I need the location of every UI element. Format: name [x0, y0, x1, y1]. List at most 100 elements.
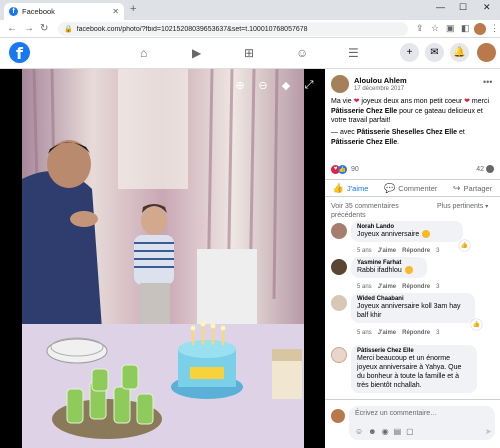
marketplace-icon[interactable]: ⊞ [244, 46, 254, 60]
comment-like-count: 3 [436, 248, 440, 254]
share-icon[interactable]: ⇪ [416, 23, 424, 34]
notifications-icon[interactable]: 🔔 [450, 43, 469, 62]
mention-link[interactable]: Pâtisserie Chez Elle [331, 108, 397, 115]
comment-like-link[interactable]: J'aime [378, 330, 396, 336]
facebook-logo-icon[interactable]: f [9, 42, 30, 63]
comment-like-link[interactable]: J'aime [378, 284, 396, 290]
camera-icon[interactable]: ◉ [382, 427, 389, 436]
create-icon[interactable]: + [400, 43, 419, 62]
emoji-icon[interactable]: ☻ [368, 427, 376, 436]
account-avatar[interactable] [477, 43, 496, 62]
new-tab-icon[interactable]: + [130, 3, 136, 15]
browser-tab-bar: f Facebook ✕ + — ☐ ✕ [0, 0, 500, 20]
smile-emoji-icon [422, 230, 431, 239]
browser-tab[interactable]: f Facebook ✕ [4, 3, 124, 20]
share-arrow-icon: ↪ [452, 182, 461, 193]
commenter-avatar[interactable] [331, 347, 347, 363]
comment-bubble: Norah Lando Joyeux anniversaire [351, 221, 463, 242]
address-bar-row: ← → ↻ 🔒 facebook.com/photo/?fbid=1021520… [0, 20, 500, 38]
comment-reply-link[interactable]: Répondre [402, 248, 430, 254]
fullscreen-icon[interactable]: ⤢ [301, 77, 317, 93]
maximize-icon[interactable]: ☐ [459, 2, 467, 13]
messenger-icon[interactable]: ✉ [425, 43, 444, 62]
post-author[interactable]: Aloulou Ahlem [354, 76, 407, 85]
commenter-avatar[interactable] [331, 295, 347, 311]
comment-bubble: Pâtisserie Chez Elle Merci beaucoup et u… [351, 345, 477, 393]
author-avatar[interactable] [331, 75, 349, 93]
commenter-avatar[interactable] [331, 259, 347, 275]
close-tab-icon[interactable]: ✕ [112, 7, 119, 16]
reactions-count: 90 [351, 165, 359, 173]
comment-button[interactable]: 💬 Commenter [384, 183, 437, 194]
back-icon[interactable]: ← [7, 23, 17, 34]
comment-text: Rabbi ifadhlou [357, 266, 421, 275]
lock-icon: 🔒 [64, 26, 73, 33]
gif-icon[interactable]: ▤ [394, 427, 402, 436]
birthday-photo [22, 69, 304, 448]
sidebar-icon[interactable]: ◧ [461, 23, 470, 34]
profile-avatar[interactable] [474, 23, 486, 35]
tab-title: Facebook [22, 7, 55, 16]
tagged-link[interactable]: Pâtisserie Sheselles Chez Elle [357, 129, 457, 136]
comment-reply-link[interactable]: Répondre [402, 330, 430, 336]
comment-text: Joyeux anniversaire koll 3am hay balf kh… [357, 303, 461, 319]
comment-reaction-icon: 👍 [471, 319, 482, 330]
comment-bubble: Yasmine Farhat Rabbi ifadhlou [351, 257, 427, 278]
zoom-in-icon[interactable]: ⊕ [232, 77, 248, 93]
composer-tools: ☺ ☻ ◉ ▤ ▢ [355, 427, 414, 436]
like-reaction-icon: 👍 [338, 164, 347, 174]
comment-meta: 5 ans J'aime Répondre 3 [357, 284, 440, 290]
commenter-avatar[interactable] [331, 223, 347, 239]
bookmark-star-icon[interactable]: ☆ [431, 23, 439, 34]
comment-like-count: 3 [436, 330, 440, 336]
minimize-icon[interactable]: — [436, 2, 445, 12]
comment-placeholder: Écrivez un commentaire… [355, 410, 438, 417]
zoom-out-icon[interactable]: ⊖ [255, 77, 271, 93]
facebook-favicon-icon: f [9, 7, 18, 16]
comment-bubble: Wided Chaabani Joyeux anniversaire koll … [351, 293, 475, 323]
thumbs-up-icon: 👍 [332, 182, 344, 193]
chevron-down-icon: ▾ [485, 204, 489, 210]
extensions-icon[interactable]: ▣ [446, 23, 455, 34]
groups-icon[interactable]: ☺ [296, 46, 308, 60]
post-date[interactable]: 17 décembre 2017 [354, 86, 404, 92]
comment-meta: 5 ans J'aime Répondre 3 [357, 330, 440, 336]
comment-text: Merci beaucoup et un énorme joyeux anniv… [357, 355, 462, 389]
post-details-panel: Aloulou Ahlem 17 décembre 2017 ••• Ma vi… [325, 69, 500, 448]
view-previous-comments[interactable]: Voir 35 commentaires précédents [331, 202, 426, 220]
watch-icon[interactable]: ▶ [192, 46, 201, 60]
home-icon[interactable]: ⌂ [140, 46, 147, 60]
more-options-icon[interactable]: ••• [483, 77, 492, 87]
comments-count[interactable]: 42 [476, 166, 484, 173]
send-icon[interactable]: ➤ [485, 427, 492, 436]
comment-reply-link[interactable]: Répondre [402, 284, 430, 290]
reload-icon[interactable]: ↻ [40, 23, 48, 34]
sticker-icon[interactable]: ▢ [406, 427, 414, 436]
comment-text: Joyeux anniversaire [357, 230, 457, 239]
comment-reaction-icon: 👍 [459, 240, 470, 251]
url-text: facebook.com/photo/?fbid=102152080396536… [76, 25, 308, 33]
comment-input[interactable]: Écrivez un commentaire… ☺ ☻ ◉ ▤ ▢ ➤ [349, 406, 495, 440]
url-field[interactable]: 🔒 facebook.com/photo/?fbid=1021520803965… [58, 22, 408, 36]
browser-menu-icon[interactable]: ⋮ [490, 23, 499, 34]
comment-like-link[interactable]: J'aime [378, 248, 396, 254]
post-actions: 👍 J'aime 💬 Commenter ↪ Partager [325, 179, 500, 197]
facebook-header: f ⌂ ▶ ⊞ ☺ ☰ + ✉ 🔔 [0, 38, 500, 69]
forward-icon[interactable]: → [24, 23, 34, 34]
post-caption: Ma vie ❤ joyeux deux ans mon petit coeur… [331, 98, 490, 124]
like-button[interactable]: 👍 J'aime [333, 183, 369, 194]
smile-emoji-icon [404, 266, 413, 275]
comment-count-icon [486, 165, 494, 173]
close-window-icon[interactable]: ✕ [483, 2, 491, 13]
comment-composer: Écrivez un commentaire… ☺ ☻ ◉ ▤ ▢ ➤ [325, 399, 500, 448]
reactions-summary[interactable]: ♥ 👍 90 42 [331, 163, 494, 175]
share-button[interactable]: ↪ Partager [453, 183, 492, 194]
comment-like-count: 3 [436, 284, 440, 290]
comments-sort-dropdown[interactable]: Plus pertinents ▾ [437, 202, 488, 212]
tagged-link[interactable]: Pâtisserie Chez Elle [331, 139, 397, 146]
avatar-sticker-icon[interactable]: ☺ [355, 427, 363, 436]
comment-meta: 5 ans J'aime Répondre 3 [357, 248, 440, 254]
user-avatar [331, 409, 345, 423]
tag-icon[interactable]: ◆ [278, 77, 294, 93]
menu-icon[interactable]: ☰ [348, 46, 359, 60]
